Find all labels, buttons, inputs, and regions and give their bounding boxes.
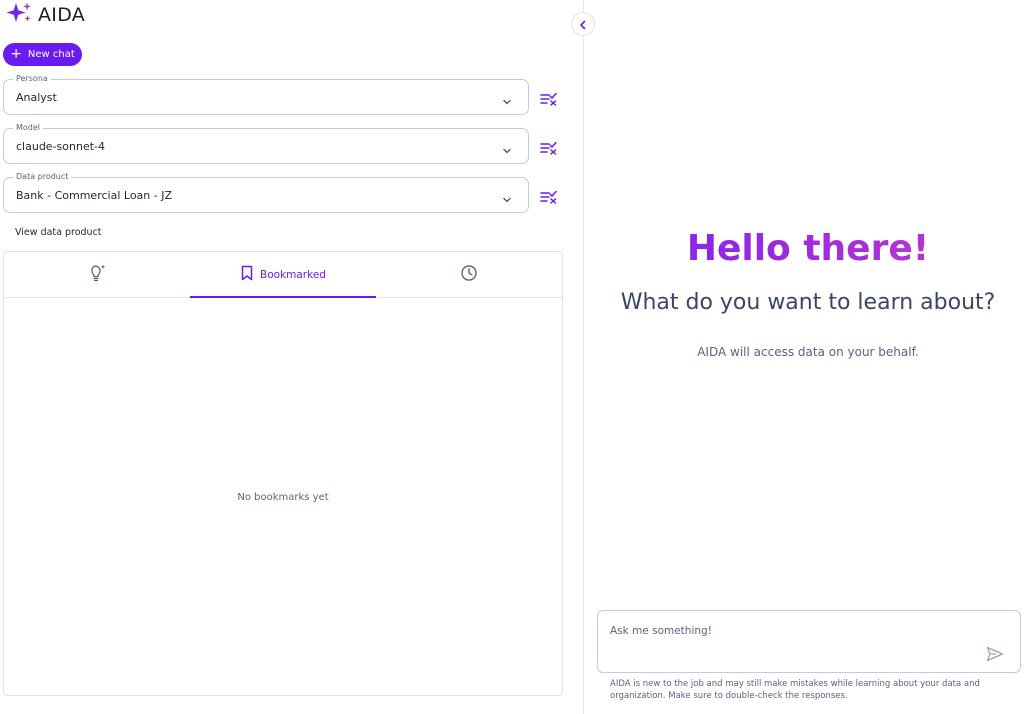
subheading: What do you want to learn about? xyxy=(620,290,996,315)
send-icon[interactable] xyxy=(986,646,1004,662)
chevron-down-icon xyxy=(502,92,512,111)
clock-icon xyxy=(460,264,478,286)
sidebar-panel: AIDA + New chat Persona Analyst Model cl… xyxy=(0,0,584,714)
history-panel: Bookmarked No bookmarks yet xyxy=(3,251,563,696)
model-label: Model xyxy=(13,123,44,132)
collapse-sidebar-button[interactable] xyxy=(571,12,595,36)
panel-tabs: Bookmarked xyxy=(4,252,562,298)
empty-state-message: No bookmarks yet xyxy=(237,492,329,503)
access-note: AIDA will access data on your behalf. xyxy=(697,345,919,359)
new-chat-label: New chat xyxy=(27,49,75,60)
brand: AIDA xyxy=(6,2,85,28)
model-clear-icon[interactable] xyxy=(540,140,558,155)
view-data-product-link[interactable]: View data product xyxy=(15,227,102,238)
model-value: claude-sonnet-4 xyxy=(16,140,105,153)
bookmark-icon xyxy=(240,265,254,285)
chevron-left-icon xyxy=(578,15,588,34)
chat-input[interactable] xyxy=(610,623,970,639)
persona-clear-icon[interactable] xyxy=(540,91,558,106)
chat-panel: Hello there! What do you want to learn a… xyxy=(584,0,1024,714)
tab-bookmarked[interactable]: Bookmarked xyxy=(190,252,376,298)
chevron-down-icon xyxy=(502,190,512,209)
lightbulb-sparkle-icon xyxy=(87,263,107,287)
data-product-clear-icon[interactable] xyxy=(540,189,558,204)
plus-icon: + xyxy=(10,46,22,62)
persona-value: Analyst xyxy=(16,91,57,104)
persona-label: Persona xyxy=(13,74,51,83)
greeting-heading: Hello there! xyxy=(584,228,1024,269)
model-select[interactable]: Model claude-sonnet-4 xyxy=(3,123,529,164)
sparkles-icon xyxy=(6,2,32,28)
data-product-select[interactable]: Data product Bank - Commercial Loan - JZ xyxy=(3,172,529,213)
new-chat-button[interactable]: + New chat xyxy=(3,43,82,66)
tab-bookmarked-label: Bookmarked xyxy=(260,268,326,281)
tab-history[interactable] xyxy=(376,252,562,297)
chat-input-box xyxy=(597,610,1021,673)
tab-suggestions[interactable] xyxy=(4,252,190,297)
persona-select[interactable]: Persona Analyst xyxy=(3,74,529,115)
chevron-down-icon xyxy=(502,141,512,160)
data-product-label: Data product xyxy=(13,172,72,181)
brand-name: AIDA xyxy=(38,4,86,26)
data-product-value: Bank - Commercial Loan - JZ xyxy=(16,189,172,202)
disclaimer: AIDA is new to the job and may still mak… xyxy=(610,679,980,701)
